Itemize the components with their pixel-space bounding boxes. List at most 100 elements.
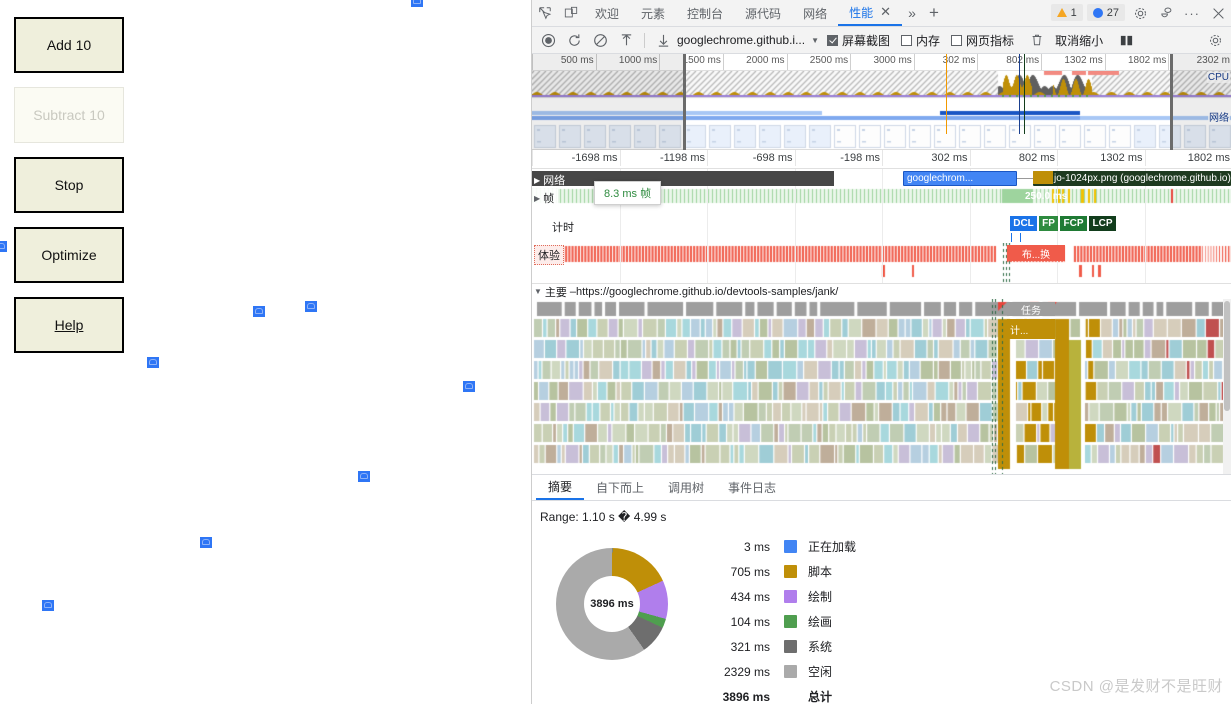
chevron-double-right-icon[interactable]: » <box>902 0 922 26</box>
overview-window-right-handle[interactable] <box>1170 54 1173 150</box>
zoom-out-button[interactable]: 取消缩小 <box>1055 32 1103 49</box>
main-track-header[interactable]: ▼ 主要 –https://googlechrome.github.io/dev… <box>532 283 1231 299</box>
layout-shift-cluster[interactable]: 布...换 <box>1007 245 1065 261</box>
tab-sources[interactable]: 源代码 <box>734 0 792 26</box>
network-request-bar[interactable]: jo-1024px.png (googlechrome.github.io) <box>1033 171 1231 186</box>
stop-button[interactable]: Stop <box>14 157 124 213</box>
legend-row[interactable]: 2329 ms 空闲 <box>692 659 856 684</box>
legend-row[interactable]: 434 ms 绘制 <box>692 584 856 609</box>
lcp-marker[interactable]: LCP <box>1089 216 1116 231</box>
expand-arrow-icon[interactable]: ▶ <box>534 194 540 203</box>
legend-value: 434 ms <box>692 590 770 604</box>
web-vitals-checkbox[interactable]: 网页指标 <box>951 32 1014 49</box>
timeline-tick: -698 ms <box>707 150 796 166</box>
chevron-down-icon[interactable]: ▼ <box>811 36 819 45</box>
inspect-cursor-icon[interactable] <box>532 0 558 26</box>
device-toolbar-icon[interactable] <box>558 0 584 26</box>
fp-marker[interactable]: FP <box>1039 216 1058 231</box>
collapse-arrow-icon[interactable]: ▼ <box>534 287 542 296</box>
tab-event-log[interactable]: 事件日志 <box>716 475 788 500</box>
overview-tick: 3000 ms <box>850 54 915 70</box>
legend-total-label: 总计 <box>808 688 832 704</box>
issue-icon <box>1093 8 1103 18</box>
save-profile-icon[interactable] <box>651 28 675 52</box>
tab-console[interactable]: 控制台 <box>676 0 734 26</box>
legend-swatch <box>784 565 797 578</box>
subtask-block[interactable]: 计... <box>1007 319 1055 339</box>
overview-window-left-handle[interactable] <box>683 54 686 150</box>
legend-row[interactable]: 3 ms 正在加载 <box>692 534 856 559</box>
flame-scrollbar[interactable] <box>1223 299 1231 474</box>
feedback-icon[interactable] <box>1153 0 1179 26</box>
legend-label: 空闲 <box>808 663 832 680</box>
task-block[interactable]: 任务 <box>1007 302 1055 316</box>
plus-icon[interactable]: + <box>922 0 946 26</box>
optimize-button[interactable]: Optimize <box>14 227 124 283</box>
tab-network[interactable]: 网络 <box>792 0 838 26</box>
gear-icon[interactable] <box>1127 0 1153 26</box>
toolbar-divider <box>644 33 645 48</box>
tab-label: 欢迎 <box>595 5 619 22</box>
memory-checkbox[interactable]: 内存 <box>901 32 940 49</box>
overview-ruler: 500 ms 1000 ms 1500 ms 2000 ms 2500 ms 3000 m… <box>532 54 1231 71</box>
expand-arrow-icon[interactable]: ▶ <box>534 176 540 185</box>
load-profile-icon[interactable] <box>614 28 638 52</box>
tab-label: 自下而上 <box>596 479 644 496</box>
overview-filmstrip <box>532 123 1231 150</box>
legend-row[interactable]: 104 ms 绘画 <box>692 609 856 634</box>
activity-legend: 3 ms 正在加载 705 ms 脚本 434 ms 绘制 104 ms 绘画 321 ms 系统… <box>692 528 856 704</box>
activity-donut-chart[interactable]: 3896 ms <box>556 548 668 660</box>
tab-welcome[interactable]: 欢迎 <box>584 0 630 26</box>
fcp-marker[interactable]: FCP <box>1060 216 1087 231</box>
timeline-tick: -1698 ms <box>532 150 621 166</box>
donut-center-label: 3896 ms <box>584 576 640 632</box>
checkbox-checked-icon <box>827 35 838 46</box>
reload-record-icon[interactable] <box>562 28 586 52</box>
tab-summary[interactable]: 摘要 <box>536 475 584 500</box>
overview-tick: 2500 ms <box>787 54 852 70</box>
legend-swatch <box>784 615 797 628</box>
record-circle-icon[interactable] <box>536 28 560 52</box>
legend-swatch <box>784 665 797 678</box>
tab-label: 源代码 <box>745 5 781 22</box>
dcl-marker[interactable]: DCL <box>1010 216 1037 231</box>
close-tab-icon[interactable]: ✕ <box>880 4 891 20</box>
tab-performance[interactable]: 性能 ✕ <box>838 0 902 26</box>
timeline-tick: 1802 ms <box>1145 150 1231 166</box>
network-request-bar[interactable]: googlechrom... <box>903 171 1017 186</box>
legend-value: 3 ms <box>692 540 770 554</box>
close-icon[interactable] <box>1205 0 1231 26</box>
timeline-tick: 1302 ms <box>1057 150 1146 166</box>
button-label: Subtract 10 <box>33 107 105 123</box>
flame-chart[interactable]: 任务 计... <box>532 299 1231 474</box>
screenshots-checkbox[interactable]: 屏幕截图 <box>827 32 890 49</box>
legend-row[interactable]: 321 ms 系统 <box>692 634 856 659</box>
jank-square <box>305 301 317 312</box>
trash-icon[interactable] <box>1025 28 1049 52</box>
jank-square <box>42 600 54 611</box>
more-vertical-icon[interactable]: ··· <box>1179 0 1205 26</box>
tab-elements[interactable]: 元素 <box>630 0 676 26</box>
add-10-button[interactable]: Add 10 <box>14 17 124 73</box>
issues-badge[interactable]: 27 <box>1087 4 1125 21</box>
marker-ticks <box>1011 233 1021 242</box>
experience-track-row[interactable]: 体验 布...换 <box>532 243 1231 283</box>
timeline-overview[interactable]: 500 ms 1000 ms 1500 ms 2000 ms 2500 ms 3000 m… <box>532 54 1231 150</box>
book-icon[interactable] <box>1114 28 1138 52</box>
overview-tick: 802 ms <box>977 54 1042 70</box>
tooltip-text: 8.3 ms 帧 <box>604 188 651 200</box>
legend-value: 2329 ms <box>692 665 770 679</box>
legend-value: 104 ms <box>692 615 770 629</box>
warning-badge[interactable]: 1 <box>1051 4 1083 21</box>
tab-bottom-up[interactable]: 自下而上 <box>584 475 656 500</box>
button-label: Help <box>55 317 84 333</box>
help-button[interactable]: Help <box>14 297 124 353</box>
gear-icon[interactable] <box>1203 28 1227 52</box>
profile-selector[interactable]: googlechrome.github.i... <box>677 33 805 47</box>
performance-toolbar: googlechrome.github.i... ▼ 屏幕截图 内存 网页指标 … <box>532 27 1231 54</box>
clear-icon[interactable] <box>588 28 612 52</box>
legend-row[interactable]: 705 ms 脚本 <box>692 559 856 584</box>
tab-call-tree[interactable]: 调用树 <box>656 475 716 500</box>
timings-track-row[interactable]: 计时 DCL FP FCP LCP <box>532 210 1231 243</box>
warning-triangle-icon <box>1057 8 1067 17</box>
